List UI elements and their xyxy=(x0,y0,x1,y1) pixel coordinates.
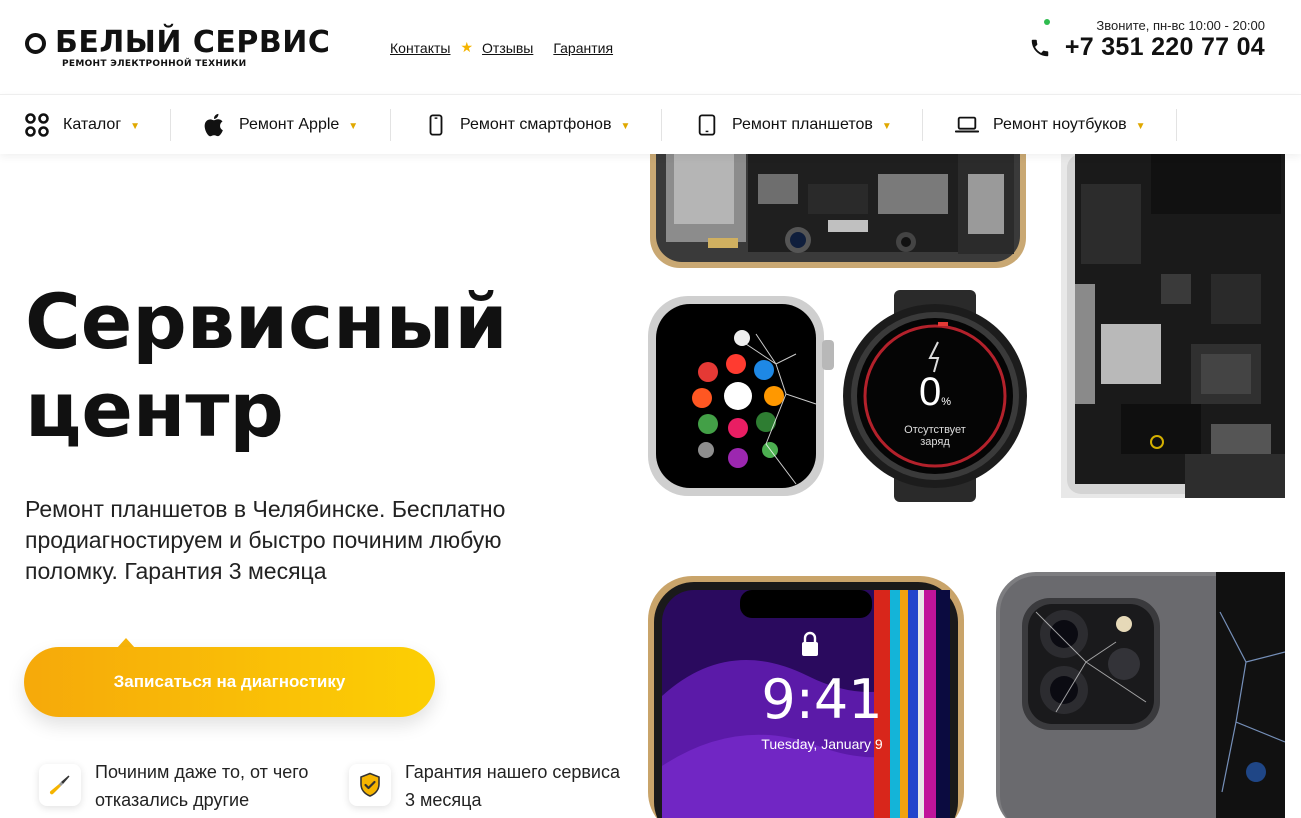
cta-wrapper: Записаться на диагностику xyxy=(14,638,442,726)
screwdriver-icon xyxy=(39,764,81,806)
broken-ipad-image xyxy=(996,572,1285,818)
hero-description: Ремонт планшетов в Челябинске. Бесплатно… xyxy=(25,496,506,584)
grid-icon xyxy=(25,113,49,137)
online-status-dot xyxy=(1044,18,1051,25)
broken-iphone-image: 9:41 Tuesday, January 9 xyxy=(648,576,964,818)
working-hours: Звоните, пн-вс 10:00 - 20:00 xyxy=(1029,18,1265,33)
nav-item-laptops[interactable]: Ремонт ноутбуков ▼ xyxy=(955,95,1146,155)
top-links: Контакты ★ Отзывы Гарантия xyxy=(390,39,613,56)
hero-title-line1: Сервисный xyxy=(25,277,508,366)
feature-text-line1: Гарантия нашего сервиса xyxy=(405,762,620,782)
logo-title: БЕЛЫЙ СЕРВИС xyxy=(25,28,330,58)
smartphone-icon xyxy=(426,114,446,136)
feature-fix-anything: Починим даже то, от чего отказались друг… xyxy=(39,758,308,814)
watch-percent-unit: % xyxy=(941,396,952,408)
hero-title-line2: центр xyxy=(25,365,284,454)
nav-label: Ремонт планшетов xyxy=(732,116,873,133)
star-icon: ★ xyxy=(460,39,474,55)
chevron-down-icon: ▼ xyxy=(1135,120,1146,132)
contact-block: Звоните, пн-вс 10:00 - 20:00 +7 351 220 … xyxy=(1029,18,1265,62)
feature-guarantee: Гарантия нашего сервиса 3 месяца xyxy=(349,758,620,814)
hero-title: Сервисный центр xyxy=(25,278,508,454)
main-nav: Каталог ▼ Ремонт Apple ▼ Ремонт смартфон… xyxy=(0,94,1301,154)
chevron-down-icon: ▼ xyxy=(881,120,892,132)
nav-label: Каталог xyxy=(63,116,122,133)
watch-status-line2: заряд xyxy=(920,436,950,448)
shield-check-icon xyxy=(349,764,391,806)
logo-title-text: БЕЛЫЙ СЕРВИС xyxy=(55,25,331,60)
phone-icon xyxy=(1031,39,1049,56)
logo[interactable]: БЕЛЫЙ СЕРВИС РЕМОНТ ЭЛЕКТРОННОЙ ТЕХНИКИ xyxy=(25,28,330,69)
feature-text-line2: отказались другие xyxy=(95,790,250,810)
phone-internals-image xyxy=(648,154,1028,270)
tablet-icon xyxy=(696,114,718,136)
nav-label: Ремонт Apple xyxy=(239,116,340,133)
book-diagnostics-button[interactable]: Записаться на диагностику xyxy=(24,647,435,717)
phone-lockscreen-time: 9:41 xyxy=(761,668,883,731)
site-header: БЕЛЫЙ СЕРВИС РЕМОНТ ЭЛЕКТРОННОЙ ТЕХНИКИ … xyxy=(0,0,1301,94)
reviews-link[interactable]: Отзывы xyxy=(482,40,533,56)
chevron-down-icon: ▼ xyxy=(130,120,141,132)
hours-text: Звоните, пн-вс 10:00 - 20:00 xyxy=(1096,18,1265,33)
smartwatch-image: 0% Отсутствует заряд xyxy=(838,290,1032,502)
chevron-down-icon: ▼ xyxy=(620,120,631,132)
phone-lockscreen-date: Tuesday, January 9 xyxy=(761,736,883,752)
guarantee-link[interactable]: Гарантия xyxy=(553,40,613,56)
nav-item-tablets[interactable]: Ремонт планшетов ▼ xyxy=(696,95,892,155)
feature-text-line1: Починим даже то, от чего xyxy=(95,762,309,782)
watch-percent: 0 xyxy=(918,370,942,414)
feature-text-line2: 3 месяца xyxy=(405,790,482,810)
logo-subtitle: РЕМОНТ ЭЛЕКТРОННОЙ ТЕХНИКИ xyxy=(62,59,247,69)
nav-item-apple[interactable]: Ремонт Apple ▼ xyxy=(201,95,358,155)
nav-label: Ремонт смартфонов xyxy=(460,116,612,133)
apple-watch-image xyxy=(646,294,836,498)
apple-icon xyxy=(201,112,225,138)
laptop-icon xyxy=(955,115,979,135)
nav-label: Ремонт ноутбуков xyxy=(993,116,1127,133)
chevron-down-icon: ▼ xyxy=(348,120,359,132)
laptop-board-image xyxy=(1061,154,1285,498)
contacts-link[interactable]: Контакты xyxy=(390,40,450,56)
nav-item-catalog[interactable]: Каталог ▼ xyxy=(25,95,140,155)
phone-number[interactable]: +7 351 220 77 04 xyxy=(1065,33,1265,62)
nav-item-smartphones[interactable]: Ремонт смартфонов ▼ xyxy=(426,95,630,155)
watch-status-line1: Отсутствует xyxy=(904,424,966,436)
logo-ring-icon xyxy=(25,32,46,54)
